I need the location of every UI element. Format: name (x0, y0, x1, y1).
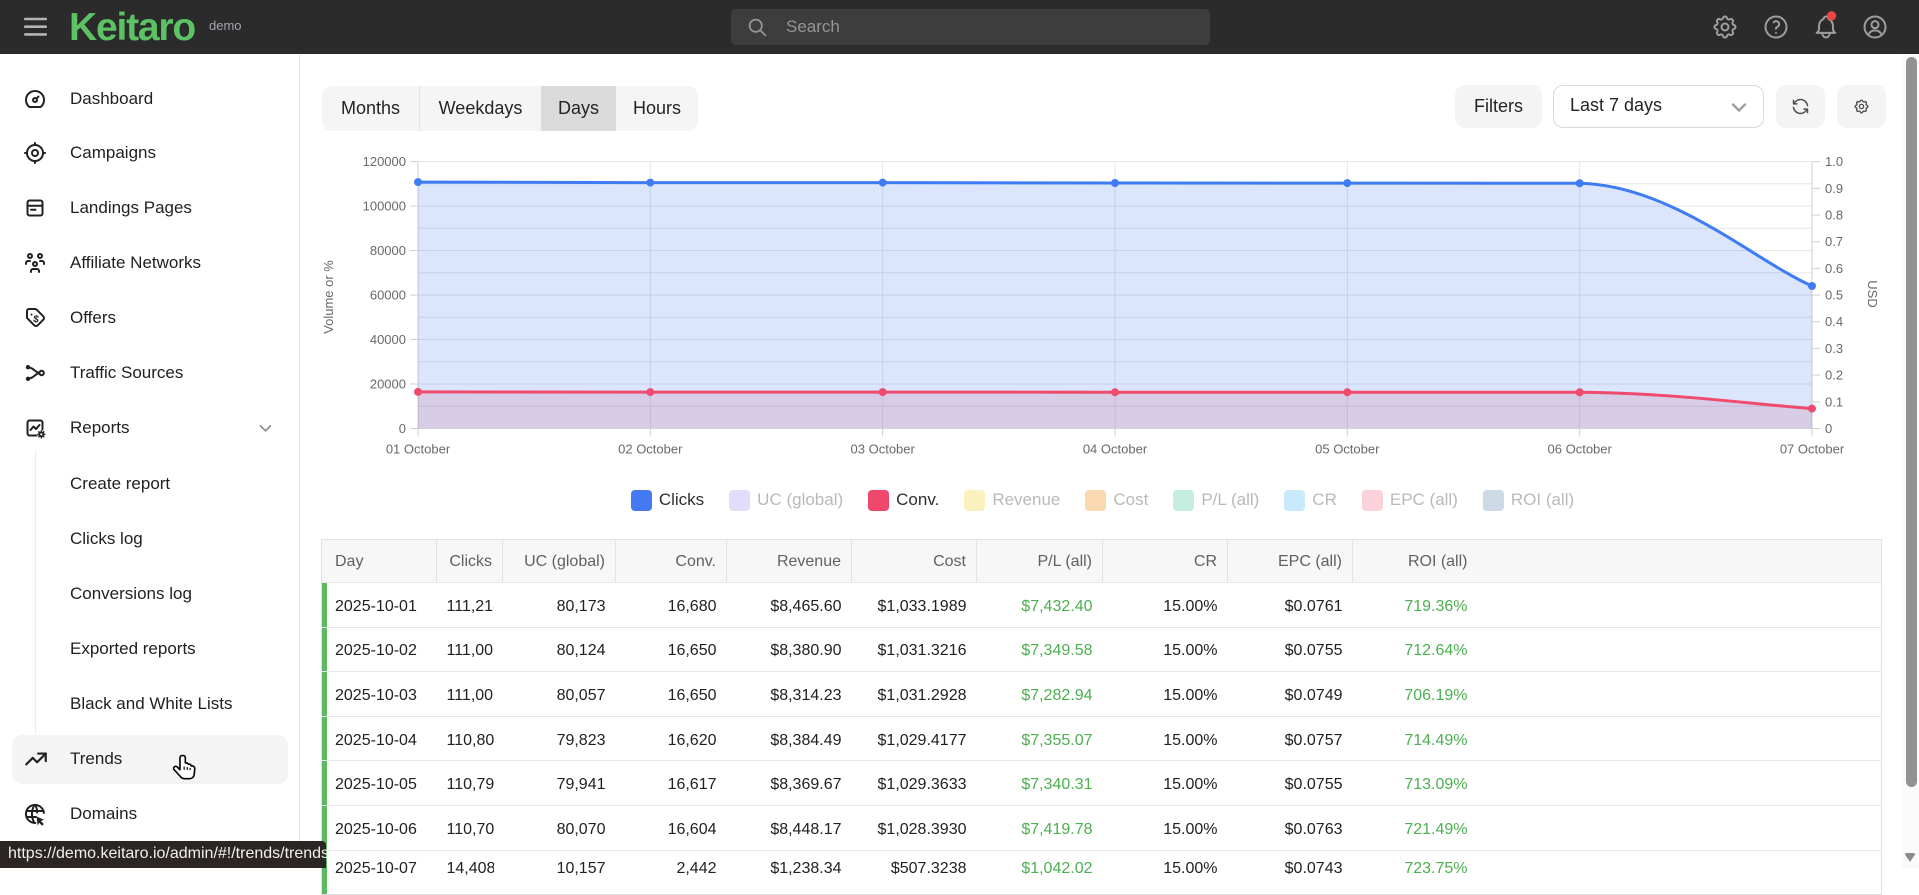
svg-text:02 October: 02 October (618, 442, 683, 457)
svg-text:03 October: 03 October (851, 442, 916, 457)
svg-text:0.9: 0.9 (1825, 181, 1843, 196)
svg-text:120000: 120000 (363, 154, 406, 169)
svg-text:05 October: 05 October (1315, 442, 1380, 457)
svg-text:0.1: 0.1 (1825, 394, 1843, 409)
svg-text:0.7: 0.7 (1825, 234, 1843, 249)
svg-text:01 October: 01 October (386, 442, 451, 457)
svg-text:0.2: 0.2 (1825, 368, 1843, 383)
svg-text:0.6: 0.6 (1825, 261, 1843, 276)
svg-text:60000: 60000 (370, 288, 406, 303)
svg-text:0.5: 0.5 (1825, 288, 1843, 303)
svg-text:1.0: 1.0 (1825, 154, 1843, 169)
svg-text:20000: 20000 (370, 377, 406, 392)
svg-text:07 October: 07 October (1780, 442, 1845, 457)
svg-text:06 October: 06 October (1548, 442, 1613, 457)
svg-text:0: 0 (1825, 421, 1832, 436)
svg-text:04 October: 04 October (1083, 442, 1148, 457)
svg-text:100000: 100000 (363, 199, 406, 214)
svg-text:0.3: 0.3 (1825, 341, 1843, 356)
svg-text:0.4: 0.4 (1825, 314, 1843, 329)
svg-text:80000: 80000 (370, 243, 406, 258)
svg-text:0.8: 0.8 (1825, 208, 1843, 223)
svg-text:40000: 40000 (370, 332, 406, 347)
svg-text:USD: USD (1865, 280, 1880, 307)
svg-text:0: 0 (399, 421, 406, 436)
svg-text:Volume or %: Volume or % (321, 260, 336, 334)
